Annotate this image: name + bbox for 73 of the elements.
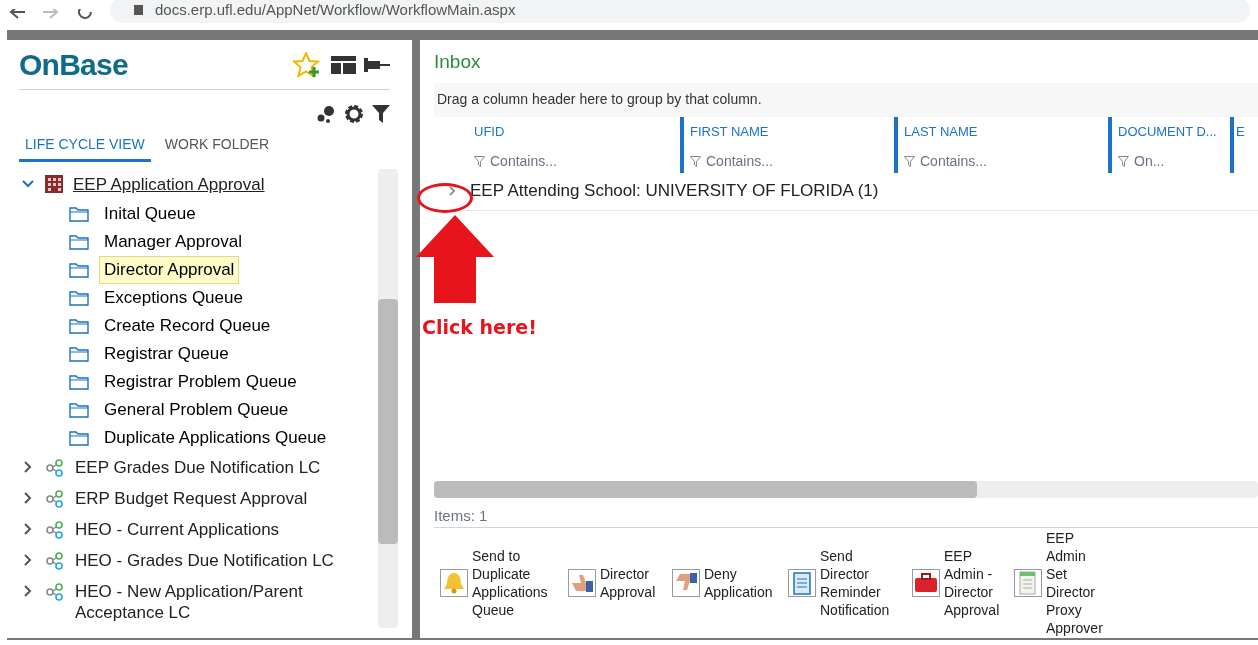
annotation-circle <box>417 183 473 213</box>
queue-item[interactable]: Director Approval <box>99 256 240 284</box>
clipboard-icon <box>788 569 816 597</box>
reload-icon[interactable] <box>76 9 94 21</box>
bell-icon <box>440 569 468 597</box>
action-button[interactable]: EEP Admin - Director Approval <box>912 547 1008 619</box>
action-button[interactable]: EEP Admin Set Director Proxy Approver <box>1014 529 1104 637</box>
queue-item[interactable]: Create Record Queue <box>99 312 276 340</box>
folder-icon <box>69 262 89 278</box>
action-button[interactable]: Send to Duplicate Applications Queue <box>440 547 562 619</box>
annotation-text: Click here! <box>422 315 537 340</box>
filter-icon[interactable] <box>372 104 390 124</box>
dots-icon[interactable] <box>316 104 336 124</box>
tree-item[interactable]: EEP Application Approval <box>73 174 265 195</box>
column-filter[interactable]: On... <box>1134 151 1165 172</box>
tree-item[interactable]: HEO - Current Applications <box>75 519 280 540</box>
items-count: Items: 1 <box>434 507 488 524</box>
column-filter[interactable]: Contains... <box>706 151 773 172</box>
toolbox-icon <box>912 569 940 597</box>
scrollbar-thumb[interactable] <box>378 299 398 544</box>
queue-item[interactable]: Exceptions Queue <box>99 284 248 312</box>
settings-icon[interactable] <box>344 104 364 124</box>
column-header[interactable]: DOCUMENT D... <box>1118 121 1217 141</box>
column-header[interactable]: UFID <box>474 121 505 141</box>
group-row[interactable]: EEP Attending School: UNIVERSITY OF FLORIDA (1) <box>470 178 879 204</box>
nodes-icon <box>45 551 65 571</box>
tree-item[interactable]: ERP Budget Request Approval <box>75 488 308 509</box>
inbox-title: Inbox <box>434 50 482 74</box>
queue-item[interactable]: Registrar Queue <box>99 340 234 368</box>
tree-item[interactable]: HEO - New Application/Parent Acceptance LC <box>75 581 378 623</box>
star-plus-icon[interactable] <box>293 51 323 78</box>
sidebar-tab[interactable]: LIFE CYCLE VIEW <box>19 134 151 162</box>
nodes-icon <box>45 582 65 602</box>
building-icon <box>45 175 63 193</box>
folder-icon <box>69 374 89 390</box>
back-icon[interactable] <box>8 9 26 21</box>
queue-item[interactable]: Manager Approval <box>99 228 247 256</box>
lock-icon <box>134 5 143 15</box>
folder-icon <box>69 290 89 306</box>
column-filter[interactable]: Contains... <box>920 151 987 172</box>
queue-item[interactable]: Registrar Problem Queue <box>99 368 302 396</box>
scrollbar-thumb[interactable] <box>434 481 977 498</box>
layout-icon[interactable] <box>331 55 356 74</box>
nodes-icon <box>45 458 65 478</box>
tree-item[interactable]: EEP Grades Due Notification LC <box>75 457 321 478</box>
column-header[interactable]: FIRST NAME <box>690 121 769 141</box>
queue-item[interactable]: General Problem Queue <box>99 396 294 424</box>
action-button[interactable]: Send Director Reminder Notification <box>788 547 906 619</box>
thumbs-up-icon <box>568 569 596 597</box>
action-button[interactable]: Deny Application <box>672 565 782 601</box>
address-bar[interactable]: docs.erp.ufl.edu/AppNet/Workflow/WorkflowMain.aspx <box>110 0 1250 23</box>
column-header[interactable]: LAST NAME <box>904 121 978 141</box>
thumbs-down-icon <box>672 569 700 597</box>
url-text: docs.erp.ufl.edu/AppNet/Workflow/WorkflowMain.aspx <box>155 0 516 20</box>
folder-icon <box>69 402 89 418</box>
action-button[interactable]: Director Approval <box>568 565 666 601</box>
queue-item[interactable]: Inital Queue <box>99 200 201 228</box>
group-hint: Drag a column header here to group by that column. <box>437 90 762 109</box>
column-filter[interactable]: Contains... <box>490 151 557 172</box>
queue-item[interactable]: Duplicate Applications Queue <box>99 424 332 452</box>
tree-item[interactable]: HEO - Grades Due Notification LC <box>75 550 334 571</box>
folder-icon <box>69 318 89 334</box>
notepad-icon <box>1014 569 1042 597</box>
nodes-icon <box>45 520 65 540</box>
column-header[interactable]: E <box>1236 121 1245 141</box>
folder-icon <box>69 206 89 222</box>
pin-icon[interactable] <box>364 55 390 74</box>
sidebar-tab[interactable]: WORK FOLDER <box>158 134 276 162</box>
folder-icon <box>69 234 89 250</box>
folder-icon <box>69 430 89 446</box>
folder-icon <box>69 346 89 362</box>
logo: OnBase <box>19 47 128 83</box>
nodes-icon <box>45 489 65 509</box>
